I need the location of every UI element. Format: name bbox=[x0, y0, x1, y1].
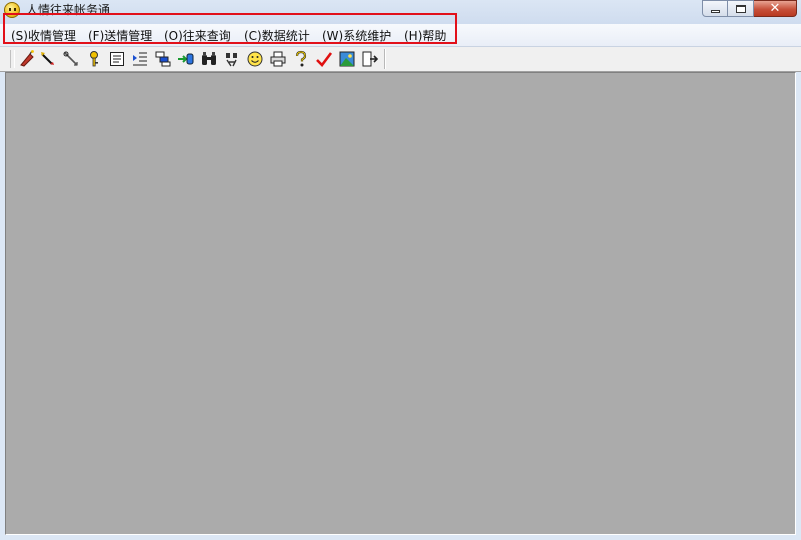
close-button[interactable]: ✕ bbox=[754, 0, 797, 17]
toolbar-grip[interactable] bbox=[10, 50, 15, 68]
menu-data-statistics[interactable]: (C)数据统计 bbox=[242, 27, 312, 44]
smiley-icon[interactable] bbox=[246, 50, 264, 68]
maximize-button[interactable] bbox=[728, 0, 754, 17]
wand-icon[interactable] bbox=[39, 50, 57, 68]
menu-system-maintenance[interactable]: (W)系统维护 bbox=[320, 27, 393, 44]
image-icon[interactable] bbox=[338, 50, 356, 68]
app-smiley-icon[interactable] bbox=[4, 2, 20, 18]
maximize-icon bbox=[735, 4, 746, 13]
menu-contacts-query[interactable]: (O)往来查询 bbox=[162, 27, 233, 44]
help-icon[interactable] bbox=[292, 50, 310, 68]
close-icon: ✕ bbox=[769, 1, 781, 16]
window-frame-right bbox=[796, 72, 801, 540]
binoculars-icon[interactable] bbox=[200, 50, 218, 68]
window-controls: ✕ bbox=[702, 0, 797, 17]
menu-receive-management[interactable]: (S)收情管理 bbox=[9, 27, 78, 44]
pen-icon[interactable] bbox=[62, 50, 80, 68]
import-icon[interactable] bbox=[177, 50, 195, 68]
key-icon[interactable] bbox=[85, 50, 103, 68]
menu-send-management[interactable]: (F)送情管理 bbox=[86, 27, 154, 44]
menu-bar: (S)收情管理 (F)送情管理 (O)往来查询 (C)数据统计 (W)系统维护 … bbox=[0, 24, 801, 47]
indent-icon[interactable] bbox=[131, 50, 149, 68]
mdi-client-area[interactable] bbox=[5, 72, 796, 535]
document-icon[interactable] bbox=[108, 50, 126, 68]
minimize-button[interactable] bbox=[702, 0, 728, 17]
title-bar[interactable]: 人情往来帐务通 ✕ bbox=[0, 0, 801, 24]
printer-icon[interactable] bbox=[269, 50, 287, 68]
app-window: 人情往来帐务通 ✕ (S)收情管理 (F)送情管理 (O)往来查询 (C)数据统… bbox=[0, 0, 801, 540]
check-icon[interactable] bbox=[315, 50, 333, 68]
window-title: 人情往来帐务通 bbox=[26, 3, 111, 17]
toolbar bbox=[0, 47, 801, 72]
minimize-icon bbox=[710, 10, 720, 13]
toolbar-separator bbox=[384, 49, 386, 69]
tree-icon[interactable] bbox=[154, 50, 172, 68]
firecracker-icon[interactable] bbox=[18, 50, 36, 68]
search-person-icon[interactable] bbox=[223, 50, 241, 68]
menu-help[interactable]: (H)帮助 bbox=[402, 27, 448, 44]
exit-icon[interactable] bbox=[361, 50, 379, 68]
